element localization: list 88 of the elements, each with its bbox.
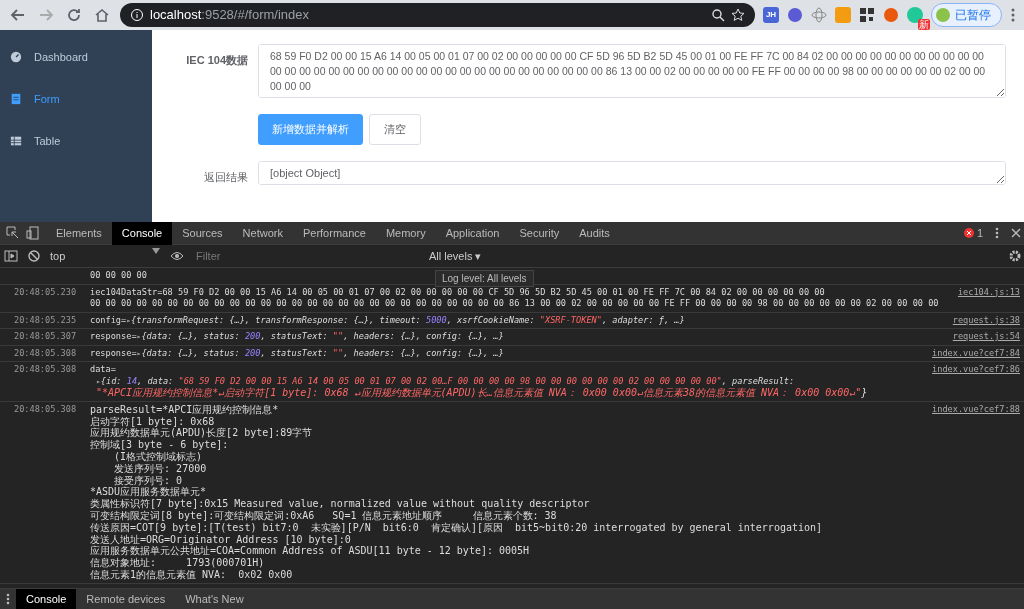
dropdown-caret-icon	[152, 247, 160, 254]
drawer-tab[interactable]: Console	[16, 588, 77, 609]
timestamp: 20:48:05.308	[14, 364, 78, 376]
timestamp: 20:48:05.230	[14, 286, 78, 299]
menu-icon[interactable]	[1010, 7, 1016, 23]
devtools-tab[interactable]: Security	[509, 221, 570, 245]
extension-icon[interactable]	[787, 7, 803, 23]
log-text: config=▸{transformRequest: {…}, transformResponse: {…}, timeout: 5000, xsrfCookieName: "XSRF-TOKEN", adapter: ƒ, …}	[90, 314, 685, 326]
doc-icon	[10, 93, 22, 105]
sidebar-item[interactable]: Dashboard	[0, 36, 152, 78]
gauge-icon	[10, 51, 22, 63]
sidebar-toggle-icon[interactable]	[4, 250, 18, 262]
log-text: 应用规约数据单元(APDU)长度[2 byte]:89字节	[90, 427, 313, 440]
device-toggle-icon[interactable]	[26, 226, 40, 240]
log-text: 应用服务数据单元公共地址=COA=Common Address of ASDU[11 byte - 12 byte]: 0005H	[90, 545, 530, 557]
source-link[interactable]: request.js:38	[952, 314, 1020, 326]
bookmark-star-icon[interactable]	[731, 8, 745, 22]
sidebar-item[interactable]: Table	[0, 120, 152, 162]
log-text: 传送原因=COT[9 byte]:[T(test) bit7:0 未实验][P/N bit6:0 肯定确认][原因 bit5~bit0:20 interrogated by general interrogation]	[90, 521, 823, 534]
inspect-icon[interactable]	[6, 226, 20, 240]
error-count[interactable]: 1	[976, 224, 983, 242]
extension-icon[interactable]: JH	[763, 7, 779, 23]
error-icon	[963, 228, 974, 238]
profile-button[interactable]: 已暂停	[931, 3, 1002, 27]
drawer-tab[interactable]: What's New	[175, 588, 254, 609]
log-text: iec104DataStr=68 59 F0 D2 00 00 15 A6 14 00 05 00 01 07 00 02 00 00 00 00 00 CF 5D 96 5D B2 5D 45 00 01 00 FE FF 7C 00 84 02 00 00 00 00 00 00	[90, 286, 825, 298]
log-levels-dropdown[interactable]: All levels ▾	[429, 247, 482, 265]
log-text: response=▸{data: {…}, status: 200, statusText: "", headers: {…}, config: {…}, …}	[90, 347, 504, 359]
log-text: (I格式控制域标志)	[113, 451, 203, 463]
context-select[interactable]: top	[50, 247, 160, 265]
log-text: "*APCI应用规约控制信息*↵启动字符[1 byte]: 0x68 ↵应用规约数据单元(APDU)长…信息元素值 NVA： 0x00 0x00↵信息元素38的信息元素值 NVA： 0x00 0x00↵"}	[95, 387, 868, 399]
more-icon[interactable]	[6, 593, 10, 605]
grid-icon	[10, 135, 22, 147]
timestamp: 20:48:05.308	[14, 347, 78, 359]
log-text: *ASDU应用服务数据单元*	[90, 486, 207, 499]
qr-code-icon[interactable]	[859, 7, 875, 23]
log-text: 控制域[3 byte - 6 byte]:	[90, 439, 229, 451]
url-text: localhost:9528/#/form/index	[150, 6, 309, 25]
eye-icon[interactable]	[170, 251, 184, 261]
devtools-tab[interactable]: Network	[232, 221, 293, 245]
devtools-tab[interactable]: Sources	[172, 221, 233, 245]
log-text: 发送人地址=ORG=Originator Address [10 byte]:0	[90, 533, 351, 546]
log-text: data=	[90, 364, 116, 376]
timestamp: 20:48:05.307	[14, 331, 78, 343]
devtools-tab[interactable]: Elements	[46, 221, 112, 245]
clear-button[interactable]: 清空	[369, 114, 421, 145]
devtools-tab[interactable]: Performance	[292, 221, 376, 245]
log-text: 启动字符[1 byte]: 0x68	[90, 415, 215, 427]
source-link[interactable]: index.vue?cef7:86	[932, 364, 1020, 376]
devtools-tab[interactable]: Memory	[375, 221, 436, 245]
source-link[interactable]: request.js:54	[952, 331, 1020, 343]
avatar-icon	[936, 7, 950, 23]
timestamp: 20:48:05.308	[14, 403, 78, 416]
drawer-tab[interactable]: Remote devices	[76, 588, 176, 609]
source-link[interactable]: index.vue?cef7:88	[932, 403, 1020, 416]
address-bar[interactable]: localhost:9528/#/form/index	[120, 3, 755, 27]
source-link[interactable]: iec104.js:13	[957, 286, 1020, 298]
log-text: 信息对象地址: 1793(000701H)	[90, 557, 265, 569]
log-text: 信息元素1的信息元素值 NVA: 0x02 0x00	[90, 568, 293, 581]
timestamp: 20:48:05.235	[14, 314, 78, 326]
clear-console-icon[interactable]	[28, 250, 40, 262]
data-textarea[interactable]: 68 59 F0 D2 00 00 15 A6 14 00 05 00 01 07 00 02 00 00 00 00 00 CF 5D 96 5D B2 5D 45 00 01 00 FE FF 7C 00 84 02 00 00 00 00 00 00 00 00 00 00 00 00 00 00 00 00 00 00 00 00 00 00 00 00 00 00 00 00 00 00 00 00 00 00 86 13 00 00 02 00 00 00 00 00 FE FF 00 00 00 00 98 00 00 00 00 00 00 02 00 00 00 00 00	[258, 44, 1006, 98]
log-text: parseResult=*APCI应用规约控制信息*	[90, 403, 279, 416]
devtools-tab[interactable]: Console	[111, 221, 173, 245]
close-icon[interactable]	[1011, 228, 1021, 238]
log-text: 接受序列号: 0	[113, 474, 183, 487]
more-icon[interactable]	[995, 227, 999, 239]
new-badge: 新	[918, 19, 930, 30]
log-text: response=▸{data: {…}, status: 200, statusText: "", headers: {…}, config: {…}, …}	[90, 331, 504, 343]
field-label: IEC 104数据	[185, 53, 248, 68]
log-text: 类属性标识符[7 byte]:0x15 Measured value, normalized value without quality descriptor	[90, 498, 590, 510]
log-text: 发送序列号: 27000	[113, 462, 207, 475]
extension-icon[interactable]	[883, 7, 899, 23]
devtools-tab[interactable]: Audits	[569, 221, 620, 245]
field-label: 返回结果	[203, 169, 248, 185]
log-text: 可变结构限定词[8 byte]:可变结构限定词:0xA6 SQ=1 信息元素地址顺序 信息元素个数: 38	[90, 509, 557, 522]
settings-icon[interactable]	[1009, 250, 1021, 262]
source-link[interactable]: index.vue?cef7:84	[932, 347, 1020, 359]
log-text: 00 00 00 00 00 00 00 00 00 00 00 00 00 00 00 00 00 00 00 00 00 00 00 00 00 00 00 86 13 00 00 02 00 00 00 00 00 FE FF 00 00 00 00 98 00 00 00 00 00 00 02 00 00 00 00	[90, 298, 939, 310]
zoom-icon[interactable]	[711, 8, 725, 22]
log-text: 00 00 00 00	[90, 270, 147, 282]
atom-icon[interactable]	[811, 7, 827, 23]
sidebar-item[interactable]: Form	[0, 78, 152, 120]
result-textarea[interactable]: [object Object]	[258, 160, 1006, 185]
tooltip: Log level: All levels	[435, 270, 534, 287]
log-text: ▸{id: 14, data: "68 59 F0 D2 00 00 15 A6 14 00 05 00 01 07 00 02 00…F 00 00 00 00 98 00 00 00 00 00 00 02 00 00 00 00 00", parseResult:	[95, 375, 795, 387]
info-icon[interactable]	[130, 8, 144, 22]
devtools-tab[interactable]: Application	[435, 221, 510, 245]
